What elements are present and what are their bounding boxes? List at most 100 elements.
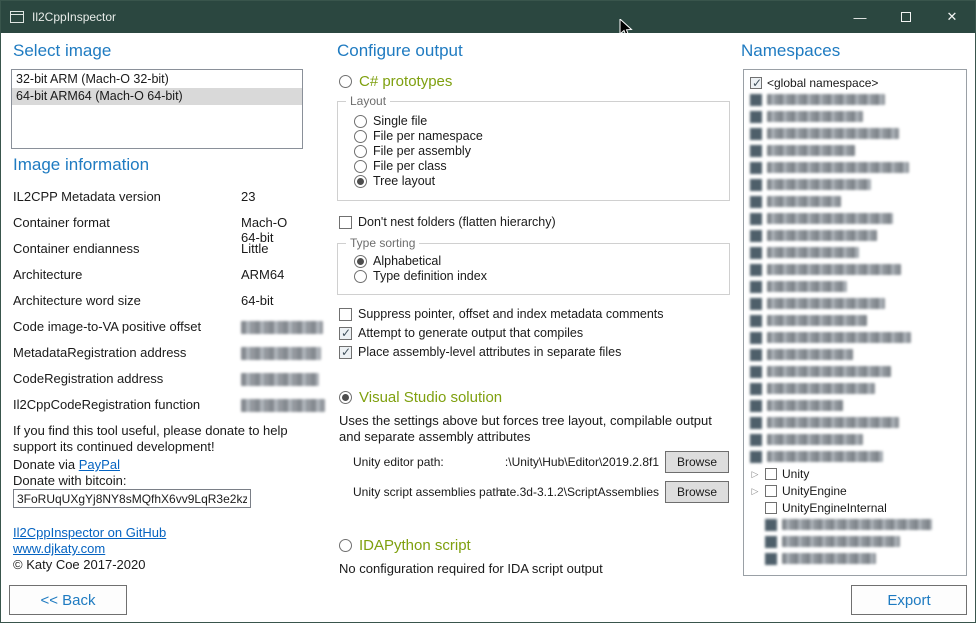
namespace-item-redacted[interactable] [750, 397, 964, 414]
visual-studio-solution-radio[interactable]: Visual Studio solution [339, 389, 502, 406]
maximize-button[interactable] [883, 1, 929, 33]
namespace-item-redacted[interactable] [750, 278, 964, 295]
layout-option-single-file[interactable]: Single file [354, 114, 427, 128]
sorting-option-type-definition-index[interactable]: Type definition index [354, 269, 487, 283]
expander-icon[interactable]: ▷ [750, 486, 760, 496]
namespace-checkbox[interactable] [750, 77, 762, 89]
namespace-item-redacted[interactable] [750, 431, 964, 448]
browse-script-button[interactable]: Browse [665, 481, 729, 503]
namespace-checkbox[interactable] [750, 417, 762, 429]
namespace-checkbox[interactable] [750, 128, 762, 140]
info-key: Code image-to-VA positive offset [13, 319, 201, 334]
namespace-checkbox[interactable] [750, 264, 762, 276]
unity-script-path-value: ate.3d-3.1.2\ScriptAssemblies [491, 485, 659, 499]
namespace-item-redacted[interactable] [750, 210, 964, 227]
layout-option-file-per-assembly[interactable]: File per assembly [354, 144, 471, 158]
namespace-item-redacted[interactable] [750, 91, 964, 108]
namespaces-panel[interactable]: <global namespace> ▷Unity▷UnityEngine▷Un… [743, 69, 967, 576]
namespace-checkbox[interactable] [750, 247, 762, 259]
namespace-checkbox[interactable] [765, 536, 777, 548]
layout-option-file-per-class[interactable]: File per class [354, 159, 447, 173]
namespace-checkbox[interactable] [765, 553, 777, 565]
namespace-item-redacted[interactable] [750, 414, 964, 431]
suppress-metadata-checkbox[interactable]: Suppress pointer, offset and index metad… [339, 307, 664, 321]
namespace-item-redacted[interactable] [750, 244, 964, 261]
image-list-item-selected[interactable]: 64-bit ARM64 (Mach-O 64-bit) [12, 88, 302, 105]
minimize-button[interactable]: — [837, 1, 883, 33]
compiles-output-checkbox[interactable]: Attempt to generate output that compiles [339, 326, 583, 340]
namespace-checkbox[interactable] [750, 349, 762, 361]
namespace-checkbox[interactable] [750, 196, 762, 208]
namespace-checkbox[interactable] [750, 145, 762, 157]
namespace-item-redacted[interactable] [750, 312, 964, 329]
namespace-item-redacted[interactable] [750, 516, 964, 533]
configure-output-heading: Configure output [337, 41, 463, 61]
namespace-item-redacted[interactable] [750, 346, 964, 363]
namespace-checkbox[interactable] [750, 383, 762, 395]
namespace-item-redacted[interactable] [750, 295, 964, 312]
namespace-checkbox[interactable] [750, 315, 762, 327]
namespace-checkbox[interactable] [750, 332, 762, 344]
layout-option-file-per-namespace[interactable]: File per namespace [354, 129, 483, 143]
namespace-checkbox[interactable] [750, 281, 762, 293]
namespace-checkbox[interactable] [765, 502, 777, 514]
back-button[interactable]: << Back [9, 585, 127, 615]
expander-icon[interactable]: ▷ [750, 469, 760, 479]
idapython-script-radio[interactable]: IDAPython script [339, 537, 471, 554]
namespace-checkbox[interactable] [750, 451, 762, 463]
website-link[interactable]: www.djkaty.com [13, 541, 105, 556]
namespace-item-unity[interactable]: ▷Unity [750, 465, 964, 482]
redacted-namespace-label [767, 383, 875, 394]
namespace-checkbox[interactable] [750, 111, 762, 123]
layout-option-tree-layout[interactable]: Tree layout [354, 174, 435, 188]
namespace-item-redacted[interactable] [750, 125, 964, 142]
namespace-checkbox[interactable] [765, 468, 777, 480]
namespace-item-redacted[interactable] [750, 159, 964, 176]
namespace-item-redacted[interactable] [750, 227, 964, 244]
redacted-value [241, 373, 319, 386]
app-window: Il2CppInspector — ✕ Select image 32-bit … [0, 0, 976, 623]
namespace-checkbox[interactable] [750, 94, 762, 106]
namespace-checkbox[interactable] [750, 366, 762, 378]
browse-editor-button[interactable]: Browse [665, 451, 729, 473]
namespace-item-redacted[interactable] [750, 380, 964, 397]
namespace-item-redacted[interactable] [750, 550, 964, 567]
flatten-hierarchy-checkbox[interactable]: Don't nest folders (flatten hierarchy) [339, 215, 556, 229]
csharp-prototypes-radio[interactable]: C# prototypes [339, 73, 452, 90]
namespace-item-unityengineinternal[interactable]: ▷UnityEngineInternal [750, 499, 964, 516]
radio-icon [354, 160, 367, 173]
namespace-item-redacted[interactable] [750, 108, 964, 125]
namespace-item-redacted[interactable] [750, 448, 964, 465]
namespace-item-redacted[interactable] [750, 533, 964, 550]
namespace-checkbox[interactable] [750, 434, 762, 446]
namespace-checkbox[interactable] [750, 162, 762, 174]
assembly-attributes-checkbox[interactable]: Place assembly-level attributes in separ… [339, 345, 621, 359]
paypal-link[interactable]: PayPal [79, 457, 120, 472]
radio-icon [354, 175, 367, 188]
namespace-item-redacted[interactable] [750, 176, 964, 193]
bitcoin-address-input[interactable] [13, 489, 251, 508]
namespace-item-redacted[interactable] [750, 363, 964, 380]
export-button[interactable]: Export [851, 585, 967, 615]
namespace-checkbox[interactable] [750, 400, 762, 412]
image-list-item[interactable]: 32-bit ARM (Mach-O 32-bit) [12, 71, 302, 88]
redacted-namespace-label [782, 553, 876, 564]
namespace-checkbox[interactable] [750, 298, 762, 310]
github-link[interactable]: Il2CppInspector on GitHub [13, 525, 166, 540]
namespace-item-redacted[interactable] [750, 329, 964, 346]
namespace-checkbox[interactable] [750, 179, 762, 191]
namespace-item-redacted[interactable] [750, 142, 964, 159]
namespace-item-global[interactable]: <global namespace> [750, 74, 964, 91]
redacted-namespace-label [767, 94, 885, 105]
namespace-checkbox[interactable] [765, 485, 777, 497]
namespace-item-redacted[interactable] [750, 261, 964, 278]
close-button[interactable]: ✕ [929, 1, 975, 33]
checkbox-icon [339, 346, 352, 359]
image-listbox[interactable]: 32-bit ARM (Mach-O 32-bit) 64-bit ARM64 … [11, 69, 303, 149]
namespace-item-unityengine[interactable]: ▷UnityEngine [750, 482, 964, 499]
namespace-checkbox[interactable] [750, 230, 762, 242]
namespace-checkbox[interactable] [765, 519, 777, 531]
sorting-option-alphabetical[interactable]: Alphabetical [354, 254, 441, 268]
namespace-checkbox[interactable] [750, 213, 762, 225]
namespace-item-redacted[interactable] [750, 193, 964, 210]
